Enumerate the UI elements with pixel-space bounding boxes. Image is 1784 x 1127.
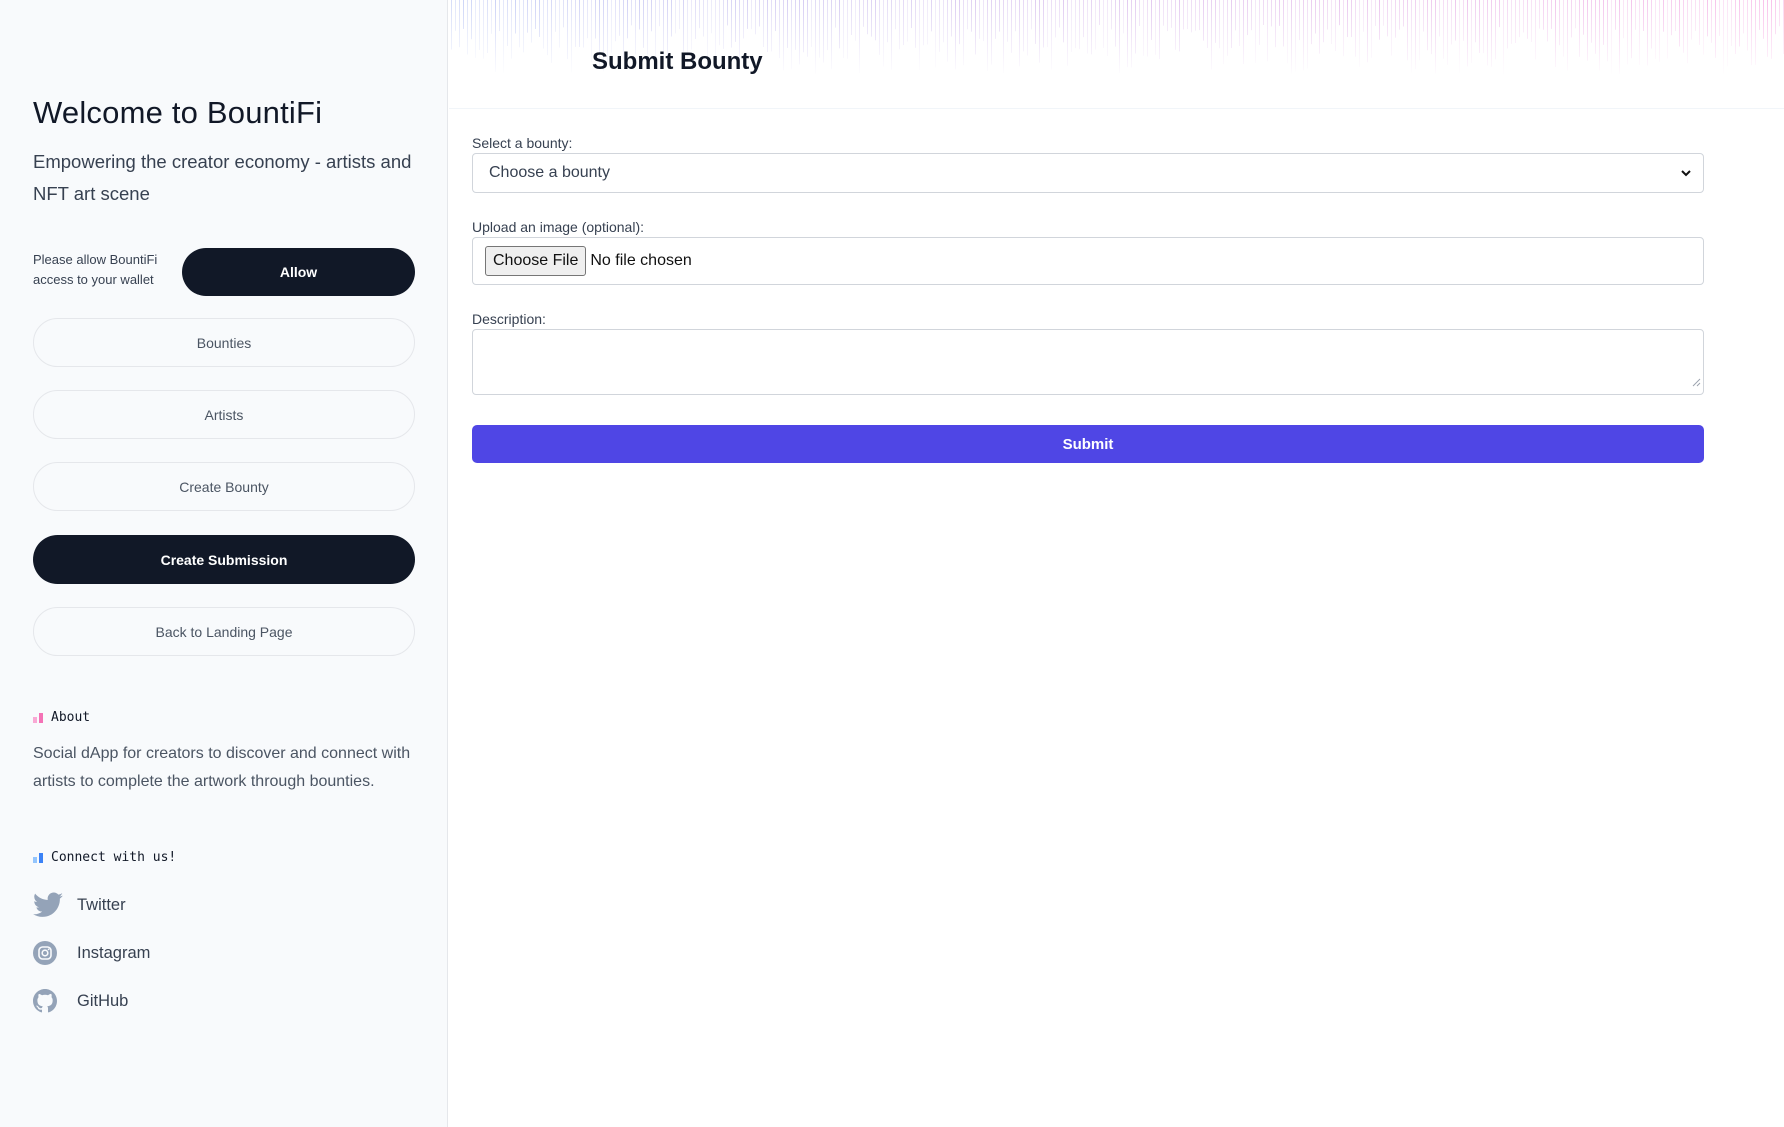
twitter-icon [33,890,63,920]
image-upload-field: Choose File No file chosen [472,237,1704,285]
page-title: Submit Bounty [592,48,763,75]
tagline: Empowering the creator economy - artists… [33,151,412,204]
image-upload-label: Upload an image (optional): [472,219,644,235]
nav-create-bounty-button[interactable]: Create Bounty [33,462,415,511]
github-icon [33,986,63,1016]
sidebar: Welcome to BountiFi Empowering the creat… [0,0,448,1127]
header-divider [449,108,1784,109]
social-label: GitHub [77,991,129,1010]
description-textarea[interactable] [472,329,1704,395]
bars-icon [33,852,43,863]
social-link-github[interactable]: GitHub [33,986,128,1016]
about-heading-label: About [51,710,91,725]
chevron-down-icon [1679,166,1693,185]
resize-handle-icon[interactable] [1692,374,1701,392]
choose-file-button[interactable]: Choose File [485,246,587,276]
allow-button[interactable]: Allow [182,248,415,296]
social-link-twitter[interactable]: Twitter [33,890,126,920]
nav-bounties-button[interactable]: Bounties [33,318,415,367]
description-label: Description: [472,311,546,327]
welcome-title: Welcome to BountiFi [33,95,323,130]
file-status: No file chosen [590,252,692,269]
instagram-icon [33,938,63,968]
bounty-select-value: Choose a bounty [489,164,610,181]
nav-artists-button[interactable]: Artists [33,390,415,439]
submit-button[interactable]: Submit [472,425,1704,463]
connect-heading: Connect with us! [33,850,176,865]
connect-heading-label: Connect with us! [51,850,177,865]
social-link-instagram[interactable]: Instagram [33,938,150,968]
about-heading: About [33,710,90,725]
social-label: Twitter [77,895,126,914]
nav-back-to-landing-button[interactable]: Back to Landing Page [33,607,415,656]
bars-icon [33,712,43,723]
nav-create-submission-button[interactable]: Create Submission [33,535,415,584]
wallet-prompt: Please allow BountiFi access to your wal… [33,252,158,287]
bounty-select-label: Select a bounty: [472,135,573,151]
about-text: Social dApp for creators to discover and… [33,745,411,790]
social-label: Instagram [77,943,151,962]
bounty-select[interactable]: Choose a bounty [472,153,1704,193]
